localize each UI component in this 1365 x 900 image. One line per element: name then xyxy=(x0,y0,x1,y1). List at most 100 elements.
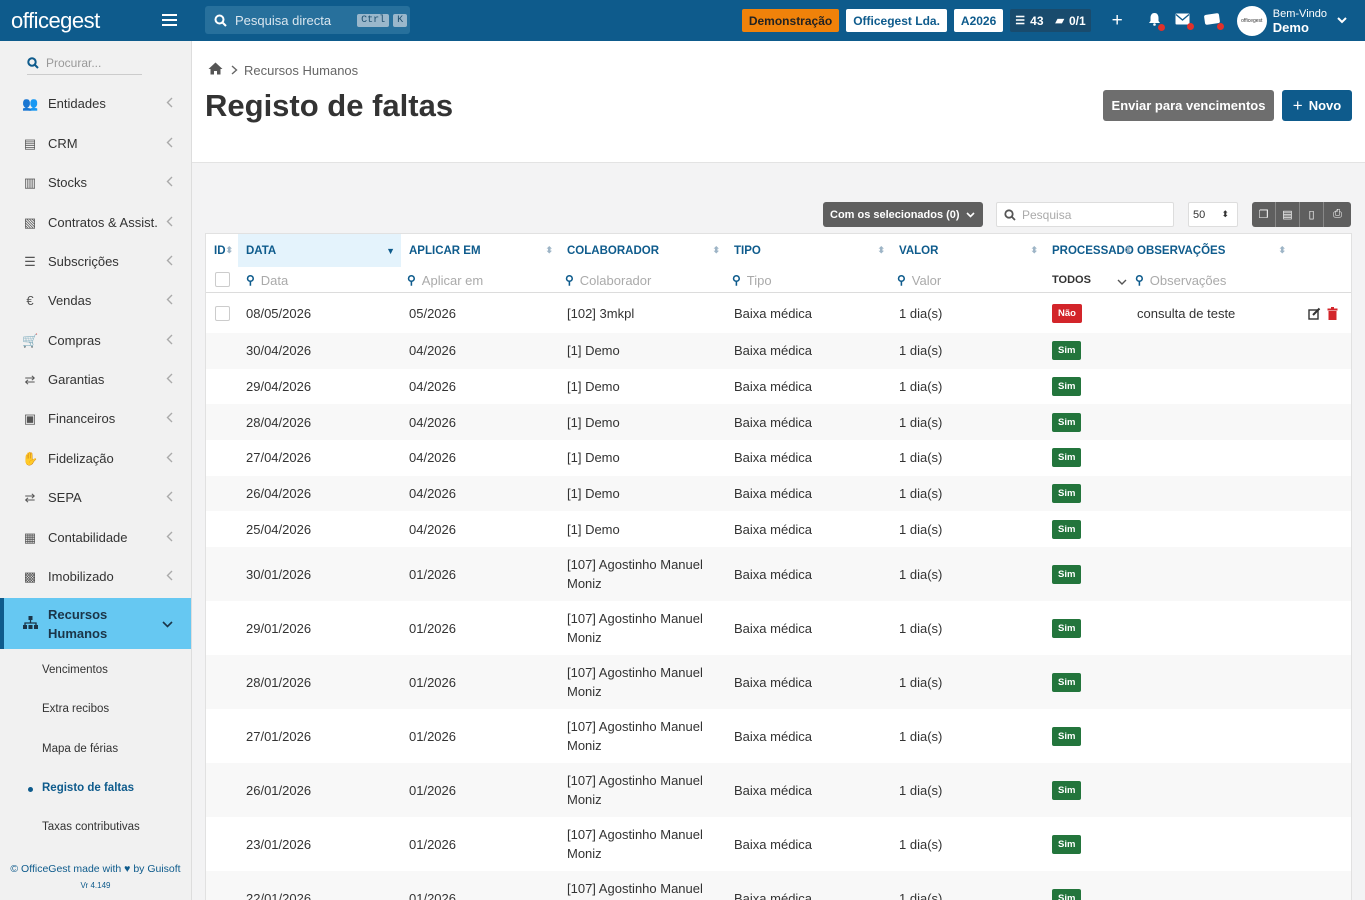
cell-data: 30/04/2026 xyxy=(246,343,312,359)
filter-tipo[interactable]: ⚲ Tipo xyxy=(732,267,772,293)
menu-toggle-icon[interactable] xyxy=(162,14,177,26)
footer-brand[interactable]: by Guisoft xyxy=(133,863,180,875)
select-all-checkbox[interactable] xyxy=(215,272,230,287)
filter-colaborador[interactable]: ⚲ Colaborador xyxy=(565,267,651,293)
new-button[interactable]: + Novo xyxy=(1282,90,1352,121)
list-icon: ☰ xyxy=(24,253,36,269)
table-row[interactable]: 28/01/2026 01/2026 [107] Agostinho Manuel M… xyxy=(206,655,1351,710)
sidebar-item-garantias[interactable]: ⇄ Garantias xyxy=(0,360,191,399)
column-header-data[interactable]: DATA ▼ xyxy=(238,234,401,267)
company-selector[interactable]: Officegest Lda. xyxy=(846,9,947,32)
column-header-id[interactable]: ID ⬍ xyxy=(206,234,238,267)
colaborador-line-1: [107] Agostinho Manuel xyxy=(567,557,703,573)
ticket-icon[interactable] xyxy=(1203,12,1224,30)
cell-processado: Sim xyxy=(1052,333,1082,369)
table-row[interactable]: 29/01/2026 01/2026 [107] Agostinho Manuel M… xyxy=(206,601,1351,655)
edit-icon[interactable] xyxy=(1308,294,1321,333)
colaborador-line-2: Moniz xyxy=(567,576,602,592)
table-row[interactable]: 23/01/2026 01/2026 [107] Agostinho Manuel M… xyxy=(206,817,1351,871)
sidebar-item-subscri-es[interactable]: ☰ Subscrições xyxy=(0,242,191,281)
column-header-processado[interactable]: PROCESSADO ⬍ xyxy=(1044,234,1134,267)
demo-badge[interactable]: Demonstração xyxy=(741,9,840,32)
column-header-tipo[interactable]: TIPO ⬍ xyxy=(726,234,891,267)
sidebar-item-fideliza-o[interactable]: ✋ Fidelização xyxy=(0,439,191,478)
logo[interactable]: officegest xyxy=(11,8,100,34)
filter-processado-value: TODOS xyxy=(1052,274,1091,286)
sidebar-item-stocks[interactable]: ▥ Stocks xyxy=(0,163,191,202)
filter-processado-select[interactable]: TODOS xyxy=(1052,267,1127,293)
tasks-counter[interactable]: ☰ 43 ▰ 0/1 xyxy=(1010,9,1091,32)
bulk-actions-button[interactable]: Com os selecionados (0) xyxy=(823,202,983,227)
search-icon: ⚲ xyxy=(897,273,906,287)
home-icon[interactable] xyxy=(208,62,223,78)
pdf-icon[interactable]: ▯ xyxy=(1300,202,1324,227)
sidebar-item-vendas[interactable]: € Vendas xyxy=(0,281,191,320)
column-header-colaborador[interactable]: COLABORADOR ⬍ xyxy=(559,234,726,267)
sidebar-sub-taxas-contributivas[interactable]: Taxas contributivas xyxy=(42,821,140,833)
cell-aplicar-em: 04/2026 xyxy=(409,343,456,359)
table-row[interactable]: 28/04/2026 04/2026 [1] Demo Baixa médica 1 d… xyxy=(206,404,1351,441)
colaborador-line-2: Moniz xyxy=(567,630,602,646)
print-icon[interactable]: ⎙ xyxy=(1324,202,1351,227)
cell-data: 28/01/2026 xyxy=(246,674,312,690)
filter-row: ⚲ Data ⚲ Aplicar em ⚲ Colaborador ⚲ Tipo ⚲ Va… xyxy=(206,267,1351,293)
copy-icon[interactable]: ❐ xyxy=(1252,202,1276,227)
table-row[interactable]: 26/01/2026 01/2026 [107] Agostinho Manuel M… xyxy=(206,763,1351,818)
filter-observacoes[interactable]: ⚲ Observações xyxy=(1135,267,1226,293)
table-row[interactable]: 22/01/2026 01/2026 [107] Agostinho ManuelM… xyxy=(206,871,1351,900)
table-row[interactable]: 30/01/2026 01/2026 [107] Agostinho Manuel M… xyxy=(206,547,1351,602)
sidebar-item-imobilizado[interactable]: ▩ Imobilizado xyxy=(0,557,191,596)
row-checkbox[interactable] xyxy=(215,305,230,321)
table-row[interactable]: 30/04/2026 04/2026 [1] Demo Baixa médica 1 d… xyxy=(206,333,1351,369)
sidebar-search[interactable]: Procurar... xyxy=(27,51,142,75)
sidebar-item-financeiros[interactable]: ▣ Financeiros xyxy=(0,399,191,438)
plus-icon: + xyxy=(1292,95,1303,115)
sidebar-sub-registo-faltas[interactable]: Registo de faltas xyxy=(27,782,134,794)
sidebar-item-contabilidade[interactable]: ▦ Contabilidade xyxy=(0,518,191,557)
sidebar-sub-extra-recibos[interactable]: Extra recibos xyxy=(42,703,109,715)
global-search[interactable]: Pesquisa directa Ctrl K xyxy=(205,6,410,34)
sidebar-item-recursos-humanos[interactable]: Recursos Humanos xyxy=(0,598,191,649)
sidebar-sub-vencimentos[interactable]: Vencimentos xyxy=(42,664,108,676)
filter-data[interactable]: ⚲ Data xyxy=(246,267,288,293)
table-row[interactable]: 26/04/2026 04/2026 [1] Demo Baixa médica 1 d… xyxy=(206,475,1351,512)
cell-valor: 1 dia(s) xyxy=(899,343,943,359)
column-header-valor[interactable]: VALOR ⬍ xyxy=(891,234,1044,267)
table-row[interactable]: 08/05/2026 05/2026 [102] 3mkpl Baixa médica… xyxy=(206,294,1351,333)
bulk-actions-label: Com os selecionados (0) xyxy=(830,208,960,221)
excel-icon[interactable]: ▤ xyxy=(1276,202,1300,227)
cell-data: 23/01/2026 xyxy=(246,836,312,852)
sidebar-item-crm[interactable]: ▤ CRM xyxy=(0,124,191,163)
colaborador-line-1: [107] Agostinho Manuel xyxy=(567,827,703,843)
sidebar-item-label: Garantias xyxy=(48,372,105,387)
filter-valor[interactable]: ⚲ Valor xyxy=(897,267,941,293)
sidebar-item-sepa[interactable]: ⇄ SEPA xyxy=(0,478,191,517)
chevron-left-icon xyxy=(166,373,173,387)
column-header-aplicar-em[interactable]: APLICAR EM ⬍ xyxy=(401,234,559,267)
cell-valor: 1 dia(s) xyxy=(899,836,943,852)
mail-icon[interactable] xyxy=(1175,12,1194,30)
table-row[interactable]: 29/04/2026 04/2026 [1] Demo Baixa médica 1 d… xyxy=(206,369,1351,405)
table-row[interactable]: 27/01/2026 01/2026 [107] Agostinho Manuel M… xyxy=(206,709,1351,763)
sidebar-item-compras[interactable]: 🛒 Compras xyxy=(0,321,191,360)
plus-icon[interactable]: + xyxy=(1112,10,1123,32)
sidebar-item-entidades[interactable]: 👥 Entidades xyxy=(0,84,191,123)
colaborador-line-2: Moniz xyxy=(567,738,602,754)
send-to-payroll-button[interactable]: Enviar para vencimentos xyxy=(1103,90,1274,121)
filter-aplicar-em[interactable]: ⚲ Aplicar em xyxy=(407,267,483,293)
trash-icon[interactable] xyxy=(1327,294,1338,333)
cell-colaborador: [107] Agostinho Manuel Moniz xyxy=(567,709,727,763)
year-selector[interactable]: A2026 xyxy=(953,9,1004,32)
sidebar-sub-mapa-ferias[interactable]: Mapa de férias xyxy=(42,743,118,755)
user-menu[interactable]: officegest Bem-Vindo Demo xyxy=(1236,5,1347,36)
column-header-observacoes[interactable]: OBSERVAÇÕES ⬍ xyxy=(1129,234,1292,267)
page-size-select[interactable]: 50 ⬍ xyxy=(1188,202,1238,227)
bell-icon[interactable] xyxy=(1148,12,1165,31)
table-search-input[interactable]: Pesquisa xyxy=(996,202,1174,227)
colaborador-line-2: Moniz xyxy=(567,684,602,700)
cell-processado: Não xyxy=(1052,294,1082,333)
table-row[interactable]: 25/04/2026 04/2026 [1] Demo Baixa médica 1 d… xyxy=(206,512,1351,548)
breadcrumb-item[interactable]: Recursos Humanos xyxy=(244,63,358,78)
sidebar-item-contratos-assist[interactable]: ▧ Contratos & Assist. xyxy=(0,203,191,242)
table-row[interactable]: 27/04/2026 04/2026 [1] Demo Baixa médica 1 d… xyxy=(206,440,1351,476)
